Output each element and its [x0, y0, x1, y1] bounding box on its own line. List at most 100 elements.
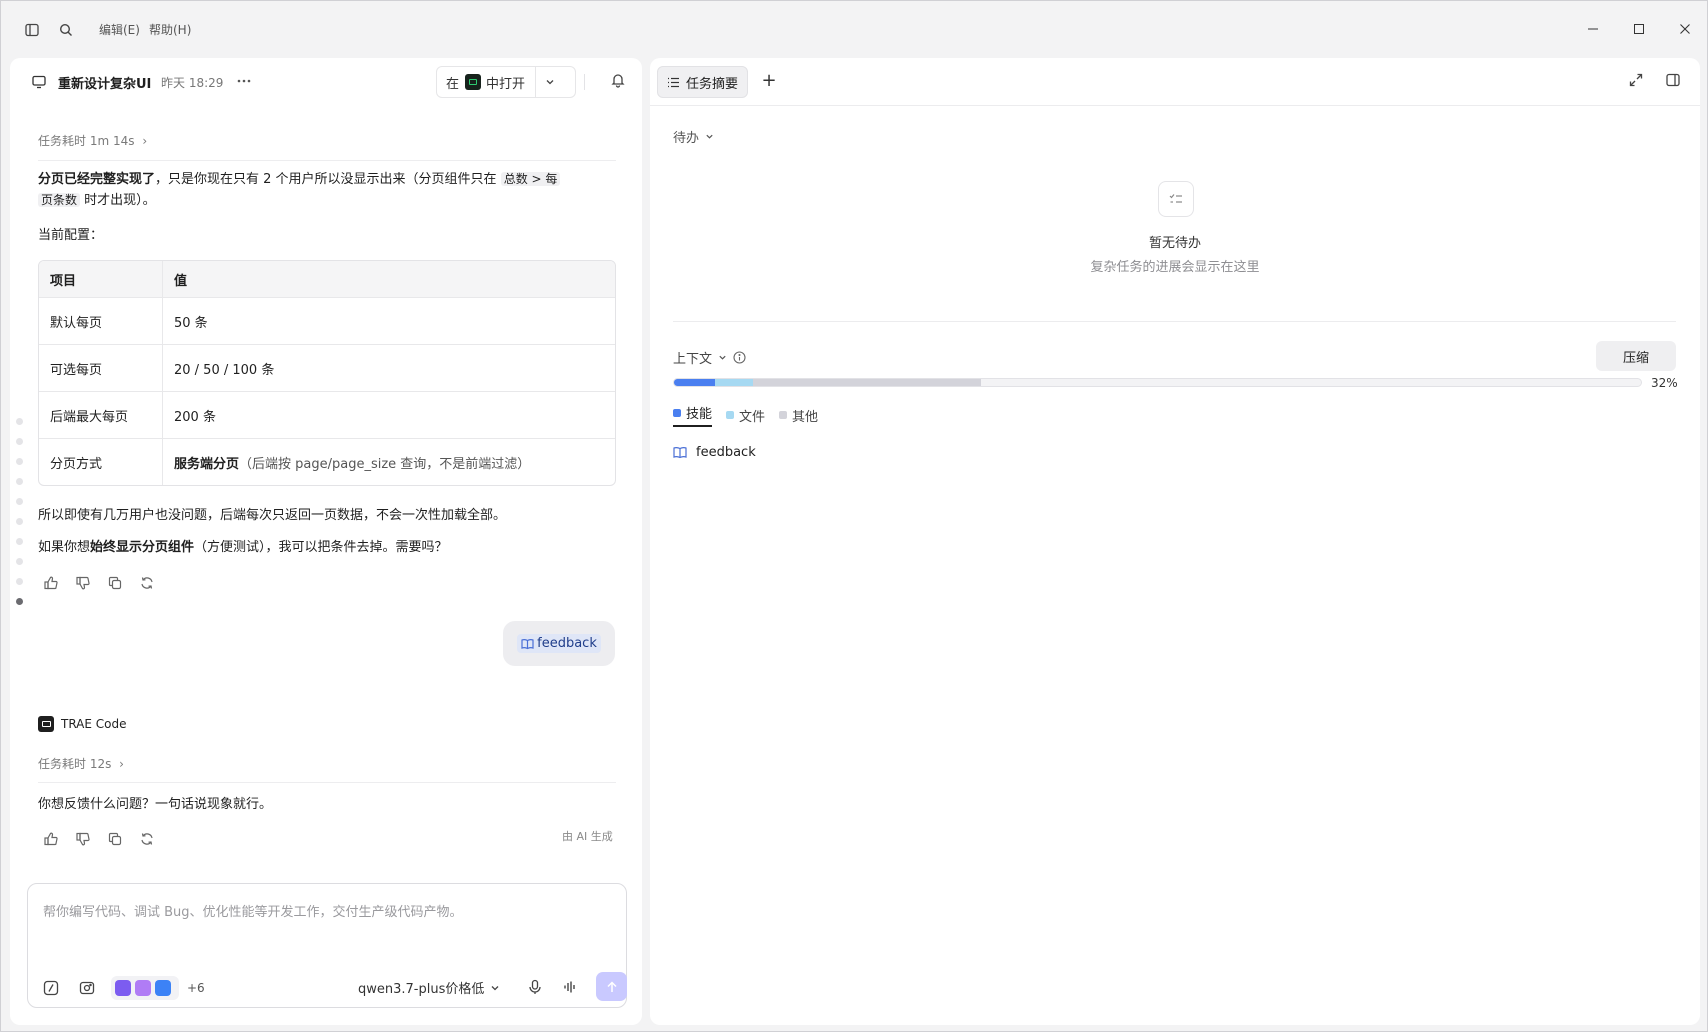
model-selector[interactable]: qwen3.7-plus价格低: [358, 978, 500, 997]
chat-title: 重新设计复杂UI: [58, 77, 152, 92]
legend-swatch: [726, 411, 735, 419]
close-icon[interactable]: [1673, 17, 1697, 41]
image-attach-icon[interactable]: [79, 980, 95, 996]
thumbs-up-icon[interactable]: [44, 832, 58, 846]
config-table: 项目 值 默认每页 50 条 可选每页 20 / 50 / 100 条 后端最大…: [38, 260, 616, 486]
input-toolbar: +6: [43, 976, 205, 1000]
context-usage-bar: [673, 378, 1642, 387]
inline-code: 页条数: [38, 193, 81, 207]
copy-icon[interactable]: [108, 832, 122, 846]
task-duration-toggle[interactable]: 任务耗时 12s ›: [38, 755, 124, 772]
chat-header: 重新设计复杂UI 昨天 18:29 在 中打开: [10, 58, 642, 108]
config-label: 当前配置：: [38, 228, 104, 243]
monitor-icon: [31, 74, 47, 90]
context-usage-percent: 32%: [1651, 376, 1678, 390]
table-row: 可选每页 20 / 50 / 100 条: [39, 344, 615, 391]
thumbs-down-icon[interactable]: [76, 832, 90, 846]
skills-selector[interactable]: [111, 976, 179, 1000]
legend-tab-skills[interactable]: 技能: [673, 403, 713, 427]
nav-dot[interactable]: [16, 578, 23, 585]
empty-todo-icon: [1158, 181, 1194, 217]
chat-input-box[interactable]: 帮你编写代码、调试 Bug、优化性能等开发工作，交付生产级代码产物。 +6 qw…: [27, 883, 627, 1008]
nav-dot[interactable]: [16, 558, 23, 565]
legend-tab-other[interactable]: 其他: [779, 403, 818, 427]
panel-toggle-icon[interactable]: [1666, 73, 1682, 89]
nav-dot[interactable]: [16, 518, 23, 525]
bold-text: 分页已经完整实现了: [38, 172, 156, 187]
menu-help[interactable]: 帮助(H): [149, 21, 191, 38]
chevron-right-icon: ›: [142, 134, 148, 148]
list-icon: [668, 77, 679, 87]
info-icon[interactable]: [733, 351, 746, 364]
empty-todo-subtitle: 复杂任务的进展会显示在这里: [1090, 260, 1260, 275]
bold-text: 服务端分页: [174, 456, 240, 472]
thumbs-up-icon[interactable]: [44, 576, 58, 590]
slash-command-icon[interactable]: [43, 980, 59, 996]
open-in-app-button[interactable]: 在 中打开: [436, 66, 576, 98]
todo-section-toggle[interactable]: 待办: [673, 127, 714, 146]
expand-icon[interactable]: [1629, 73, 1645, 89]
nav-dot[interactable]: [16, 538, 23, 545]
legend-label: 文件: [739, 409, 766, 425]
nav-dot[interactable]: [16, 498, 23, 505]
skill-chip[interactable]: feedback: [517, 634, 601, 653]
nav-dot[interactable]: [16, 478, 23, 485]
task-duration-label: 任务耗时 12s: [38, 757, 112, 771]
tab-task-summary[interactable]: 任务摘要: [657, 66, 748, 98]
open-in-prefix: 在: [446, 76, 460, 92]
bot-name: TRAE Code: [61, 717, 127, 731]
app-window: 编辑(E) 帮助(H) 重新设计复杂UI 昨天 18:29 在 中打开 任务耗时…: [0, 0, 1708, 1032]
more-options-button[interactable]: [233, 70, 255, 92]
message-navigator[interactable]: [16, 418, 23, 605]
regenerate-icon[interactable]: [140, 832, 154, 846]
skill-chip-label: feedback: [537, 636, 597, 651]
table-cell: 后端最大每页: [39, 392, 163, 438]
nav-dot[interactable]: [16, 418, 23, 425]
bot-avatar-icon: [38, 716, 54, 732]
compress-button[interactable]: 压缩: [1596, 341, 1676, 371]
context-section-toggle[interactable]: 上下文: [673, 348, 746, 367]
minimize-icon[interactable]: [1581, 17, 1605, 41]
menu-edit[interactable]: 编辑(E): [99, 21, 140, 38]
task-duration-label: 任务耗时 1m 14s: [38, 134, 135, 148]
image-skill-icon: [135, 980, 151, 996]
nav-dot-active[interactable]: [16, 598, 23, 605]
bot-identity: TRAE Code: [38, 716, 127, 732]
table-row: 分页方式 服务端分页 （后端按 page/page_size 查询，不是前端过滤）: [39, 438, 615, 485]
text: 时才出现）。: [84, 193, 156, 208]
text: ，只是你现在只有 2 个用户所以没显示出来（分页组件只在: [155, 172, 497, 187]
thumbs-down-icon[interactable]: [76, 576, 90, 590]
table-cell: 200 条: [174, 409, 216, 425]
tab-label: 任务摘要: [686, 76, 739, 92]
table-cell: 默认每页: [39, 298, 163, 344]
message-paragraph: 分页已经完整实现了，只是你现在只有 2 个用户所以没显示出来（分页组件只在 总数…: [38, 169, 616, 211]
table-cell: 可选每页: [39, 345, 163, 391]
table-header-row: 项目 值: [39, 261, 615, 297]
legend-tab-files[interactable]: 文件: [726, 403, 765, 427]
bell-icon[interactable]: [610, 72, 628, 90]
message-paragraph: 所以即使有几万用户也没问题，后端每次只返回一页数据，不会一次性加载全部。: [38, 508, 507, 523]
text: （后端按 page/page_size 查询，不是前端过滤）: [239, 456, 531, 472]
send-button[interactable]: [596, 972, 627, 1001]
search-icon[interactable]: [55, 19, 77, 41]
empty-todo-title: 暂无待办: [1148, 236, 1201, 251]
more-skills-count[interactable]: +6: [187, 981, 205, 995]
maximize-icon[interactable]: [1627, 17, 1651, 41]
table-row: 后端最大每页 200 条: [39, 391, 615, 438]
context-item-label: feedback: [696, 445, 756, 460]
legend-label: 其他: [792, 409, 819, 425]
task-duration-toggle[interactable]: 任务耗时 1m 14s ›: [38, 132, 147, 149]
copy-icon[interactable]: [108, 576, 122, 590]
sidebar-toggle-icon[interactable]: [21, 19, 43, 41]
context-skill-item[interactable]: feedback: [673, 445, 756, 460]
microphone-icon[interactable]: [527, 979, 543, 995]
inline-code: 总数 > 每: [500, 172, 561, 186]
context-legend: 技能 文件 其他: [673, 403, 832, 427]
voice-wave-icon[interactable]: [562, 979, 578, 995]
nav-dot[interactable]: [16, 458, 23, 465]
nav-dot[interactable]: [16, 438, 23, 445]
chevron-down-icon[interactable]: [536, 77, 564, 87]
add-tab-icon[interactable]: +: [760, 72, 778, 90]
regenerate-icon[interactable]: [140, 576, 154, 590]
chat-input-placeholder[interactable]: 帮你编写代码、调试 Bug、优化性能等开发工作，交付生产级代码产物。: [43, 901, 463, 920]
